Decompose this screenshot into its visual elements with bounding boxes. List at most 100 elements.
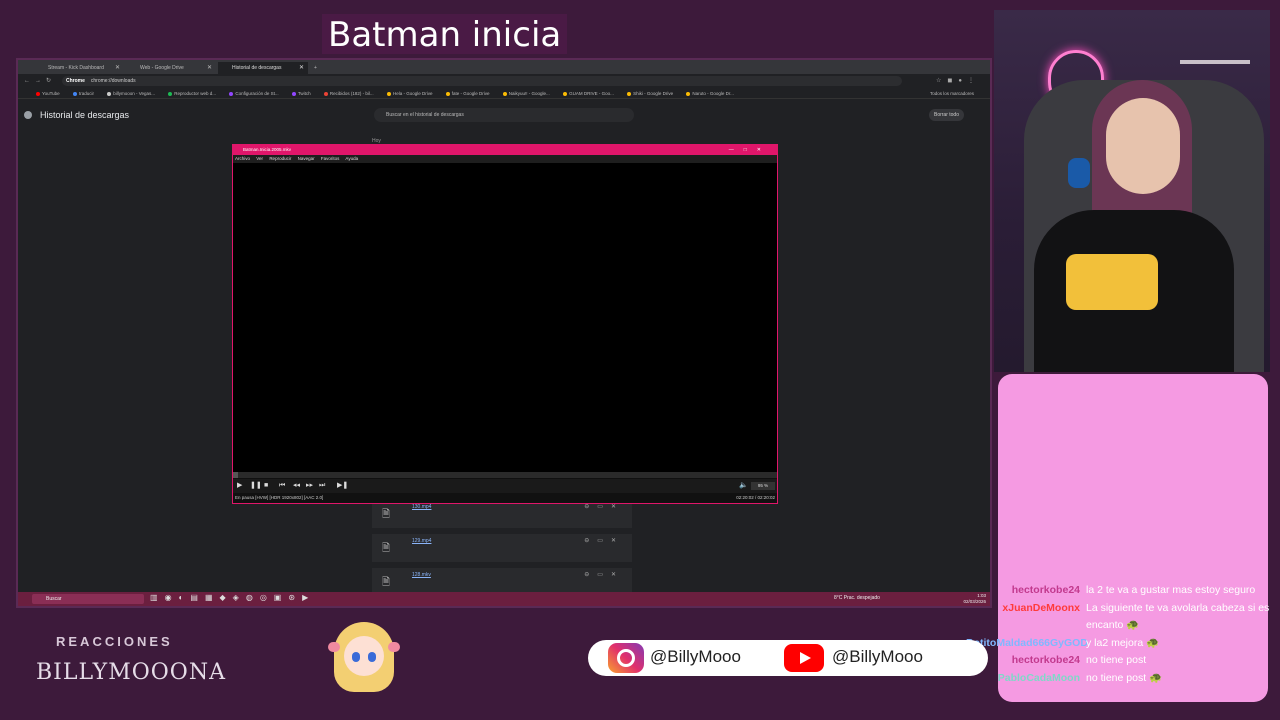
taskbar-weather[interactable]: 8°C Prac. despejado (834, 595, 880, 601)
taskbar-search[interactable]: Buscar (32, 594, 144, 604)
close-icon[interactable]: ✕ (115, 62, 120, 74)
bookmark-item[interactable]: GUAM DRIVE - Goo... (563, 91, 614, 96)
menu-item[interactable]: Ver (256, 156, 263, 161)
chat-username[interactable]: hectorkobe24 (966, 582, 1086, 600)
bookmark-item[interactable]: Reproductor web d... (168, 91, 216, 96)
menu-item[interactable]: Ayuda (345, 156, 358, 161)
maximize-icon[interactable]: □ (744, 147, 757, 153)
all-bookmarks[interactable]: Todos los marcadores (930, 88, 974, 99)
bookmark-item[interactable]: Configuración de St... (229, 91, 279, 96)
video-area[interactable] (233, 163, 777, 472)
close-icon[interactable]: ✕ (611, 538, 624, 544)
app-icon[interactable]: ▣ (274, 593, 289, 602)
nav-icons: ←→↻ (24, 77, 56, 84)
menu-item[interactable]: Favoritos (321, 156, 340, 161)
extensions-icon[interactable]: ◼ (947, 78, 958, 84)
browser-tab[interactable]: Stream - Kick Dashboard ✕ (34, 62, 124, 74)
download-filename[interactable]: 128.mkv (412, 572, 431, 578)
bookmark-item[interactable]: YouTube (36, 91, 60, 96)
seek-bar[interactable] (233, 472, 777, 478)
app-icon[interactable]: ◆ (220, 593, 233, 602)
webcam-feed (994, 10, 1270, 372)
discord-icon[interactable]: ◍ (246, 593, 260, 602)
back-icon[interactable]: ← (24, 78, 35, 84)
download-actions: ⊖▭✕ (584, 537, 624, 544)
bookmark-item[interactable]: Naruto - Google Dr... (686, 91, 734, 96)
chat-text: La siguiente te va avolarla cabeza si es… (1086, 601, 1270, 632)
store-icon[interactable]: ▦ (205, 593, 220, 602)
chat-username[interactable]: xJuanDeMoonx (966, 600, 1086, 635)
edge-icon[interactable]: ◐ (179, 593, 191, 602)
task-view-icon[interactable]: ▥ (150, 593, 165, 602)
frame-step-icon[interactable]: ▶❚ (337, 479, 348, 493)
bookmark-item[interactable]: Hela - Google Drive (386, 91, 432, 96)
browser-tab-active[interactable]: Historial de descargas ✕ (218, 62, 308, 74)
social-links: @BillyMooo @BillyMooo (588, 640, 988, 676)
chat-text: la 2 te va a gustar mas estoy seguro (1086, 584, 1256, 596)
close-icon[interactable]: ✕ (299, 62, 304, 74)
file-icon: 🗎 (382, 577, 391, 588)
bookmark-item[interactable]: Recibidos (182) - bil... (323, 91, 374, 96)
reload-icon[interactable]: ↻ (46, 78, 56, 84)
bookmark-item[interactable]: fate - Google Drive (445, 91, 490, 96)
menu-item[interactable]: Archivo (235, 156, 250, 161)
player-menu: Archivo Ver Reproducir Navegar Favoritos… (233, 155, 777, 163)
folder-icon[interactable]: ▭ (597, 572, 611, 578)
close-icon[interactable]: ✕ (207, 62, 212, 74)
download-filename[interactable]: 129.mp4 (412, 538, 431, 544)
clear-all-button[interactable]: Borrar todo (928, 109, 964, 121)
folder-icon[interactable]: ▭ (597, 504, 611, 510)
chat-message: hectorkobe24 no tiene post (966, 652, 1280, 670)
menu-item[interactable]: Navegar (298, 156, 315, 161)
fast-forward-icon[interactable]: ▸▸ (306, 479, 313, 493)
toolbar-icons: ☆◼●⋮ (936, 77, 980, 84)
media-player-icon[interactable]: ▶ (302, 593, 315, 602)
spotify-icon[interactable]: ◎ (260, 593, 274, 602)
headset (1068, 158, 1090, 188)
avatar-bow (328, 642, 340, 652)
explorer-icon[interactable]: ▤ (190, 593, 205, 602)
rewind-icon[interactable]: ◂◂ (293, 479, 300, 493)
close-icon[interactable]: ✕ (611, 504, 624, 510)
close-icon[interactable]: ✕ (757, 147, 771, 153)
bookmark-item[interactable]: billymooon - Vegas... (107, 91, 155, 96)
previous-icon[interactable]: ⏮ (279, 479, 285, 493)
link-icon[interactable]: ⊖ (584, 572, 597, 578)
forward-icon[interactable]: → (35, 78, 46, 84)
bookmark-item[interactable]: Twitch (291, 91, 311, 96)
app-icon[interactable]: ⊛ (288, 593, 302, 602)
chrome-icon[interactable]: ◉ (165, 593, 179, 602)
stop-icon[interactable]: ■ (264, 479, 268, 493)
chat-message: hectorkobe24 la 2 te va a gustar mas esto… (966, 582, 1280, 600)
minimize-icon[interactable]: — (729, 147, 744, 153)
link-icon[interactable]: ⊖ (584, 538, 597, 544)
tab-label: Web - Google Drive (140, 65, 184, 71)
download-item: 🗎 130.mp4 ⊖▭✕ (372, 500, 632, 528)
bookmark-item[interactable]: traducir (72, 91, 94, 96)
star-icon[interactable]: ☆ (936, 78, 947, 84)
download-filename[interactable]: 130.mp4 (412, 504, 431, 510)
pause-icon[interactable]: ❚❚ (250, 479, 262, 493)
youtube-handle: @BillyMooo (832, 647, 923, 666)
bookmark-item[interactable]: Shiki - Google Drive (627, 91, 673, 96)
chibi-avatar (328, 620, 400, 696)
chat-message: PabloCadaMoon no tiene post 🐢 (966, 670, 1280, 688)
profile-icon[interactable]: ● (958, 78, 968, 84)
folder-icon[interactable]: ▭ (597, 538, 611, 544)
volume-slider[interactable]: 95 % (751, 482, 775, 490)
browser-tab[interactable]: Web - Google Drive ✕ (126, 62, 216, 74)
chat-username[interactable]: PabloCadaMoon (966, 670, 1086, 688)
close-icon[interactable]: ✕ (611, 572, 624, 578)
link-icon[interactable]: ⊖ (584, 504, 597, 510)
play-icon[interactable]: ▶ (237, 479, 242, 493)
omnibox[interactable]: Chrome chrome://downloads (62, 76, 902, 86)
next-icon[interactable]: ⏭ (319, 479, 325, 493)
menu-icon[interactable]: ⋮ (968, 78, 980, 84)
volume-icon[interactable]: 🔈 (739, 479, 748, 493)
downloads-search-input[interactable]: Buscar en el historial de descargas (374, 108, 634, 122)
menu-item[interactable]: Reproducir (269, 156, 291, 161)
app-icon[interactable]: ◈ (233, 593, 246, 602)
file-icon: 🗎 (382, 509, 391, 520)
bookmark-item[interactable]: Naikyuu!! - Google... (502, 91, 550, 96)
new-tab-button[interactable]: + (310, 62, 324, 74)
